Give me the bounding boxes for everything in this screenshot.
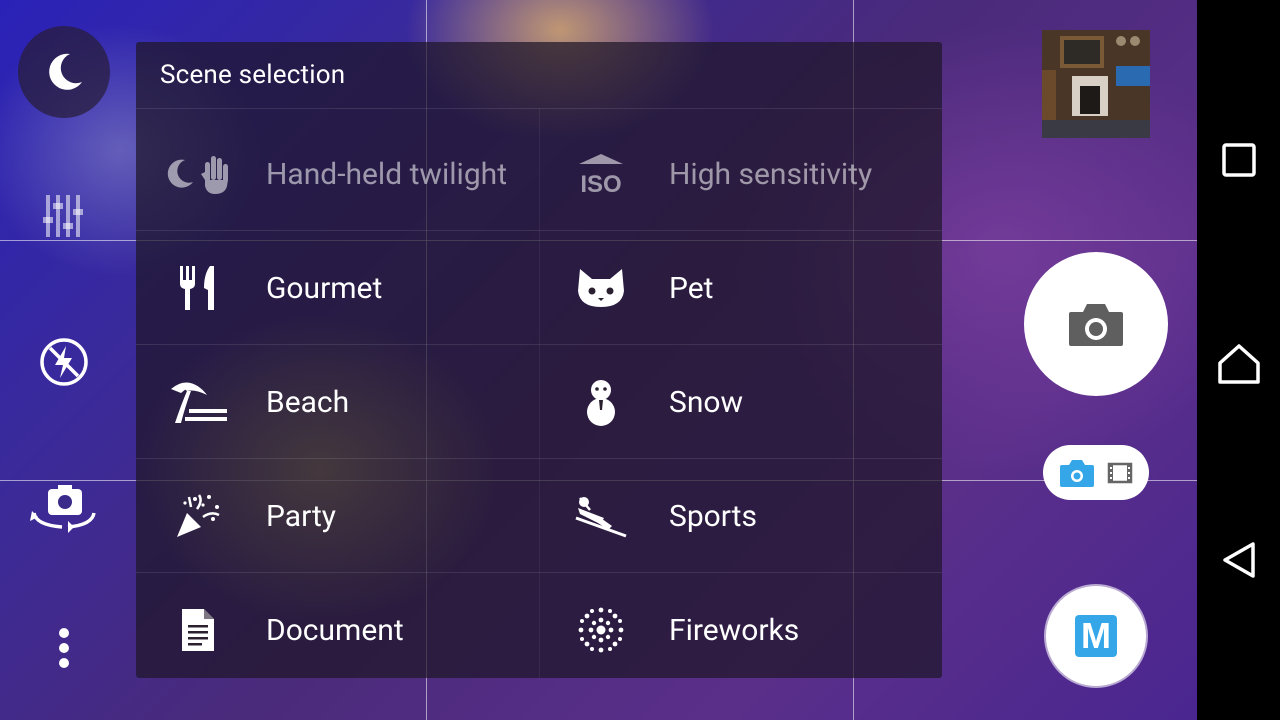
shutter-button[interactable] xyxy=(1024,252,1168,396)
settings-button[interactable] xyxy=(40,190,88,242)
switch-camera-icon xyxy=(30,485,96,533)
last-photo-thumbnail[interactable] xyxy=(1042,30,1150,138)
scene-label: Document xyxy=(266,612,404,648)
iso-icon: ISO xyxy=(569,146,633,202)
photo-video-toggle[interactable] xyxy=(1043,445,1149,500)
fireworks-icon xyxy=(569,602,633,658)
skier-icon xyxy=(569,488,633,544)
scene-label: Fireworks xyxy=(669,612,800,648)
document-icon xyxy=(166,602,230,658)
mode-badge: M xyxy=(1075,615,1117,657)
scene-selection-panel: Scene selection Hand-held twilight ISO H… xyxy=(136,42,942,678)
panel-title: Scene selection xyxy=(160,60,346,90)
scene-document[interactable]: Document xyxy=(136,573,539,687)
manual-mode-button[interactable]: M xyxy=(1046,586,1146,686)
scene-hand-held-twilight[interactable]: Hand-held twilight xyxy=(136,117,539,231)
scene-label: Hand-held twilight xyxy=(266,156,508,192)
camera-icon[interactable] xyxy=(1059,458,1095,488)
scene-snow[interactable]: Snow xyxy=(539,345,942,459)
switch-camera-button[interactable] xyxy=(28,480,100,536)
scene-label: Gourmet xyxy=(266,270,383,306)
cat-face-icon xyxy=(569,260,633,316)
svg-text:ISO: ISO xyxy=(580,171,621,196)
moon-icon xyxy=(49,53,82,90)
fork-knife-icon xyxy=(166,260,230,316)
thumbnail-image xyxy=(1042,30,1150,138)
party-popper-icon xyxy=(166,488,230,544)
recents-button[interactable] xyxy=(1197,120,1280,200)
camera-icon xyxy=(1069,304,1123,346)
scene-label: Party xyxy=(266,498,336,534)
scene-sports[interactable]: Sports xyxy=(539,459,942,573)
scene-label: High sensitivity xyxy=(669,156,873,192)
scene-gourmet[interactable]: Gourmet xyxy=(136,231,539,345)
more-vert-icon xyxy=(59,628,69,668)
scene-label: Snow xyxy=(669,384,744,420)
scene-beach[interactable]: Beach xyxy=(136,345,539,459)
scene-party[interactable]: Party xyxy=(136,459,539,573)
back-button[interactable] xyxy=(1197,520,1280,600)
flash-off-icon xyxy=(40,338,88,386)
scene-pet[interactable]: Pet xyxy=(539,231,942,345)
snowman-icon xyxy=(569,374,633,430)
navigation-bar xyxy=(1197,0,1280,720)
scene-label: Beach xyxy=(266,384,350,420)
sliders-icon xyxy=(43,195,83,237)
video-icon[interactable] xyxy=(1106,461,1134,485)
scene-mode-button[interactable] xyxy=(18,26,110,118)
scene-fireworks[interactable]: Fireworks xyxy=(539,573,942,687)
scene-label: Pet xyxy=(669,270,714,306)
back-icon xyxy=(1222,542,1255,578)
flash-button[interactable] xyxy=(36,334,92,390)
recents-icon xyxy=(1221,143,1256,177)
scene-label: Sports xyxy=(669,498,757,534)
moon-hand-icon xyxy=(166,146,230,202)
home-button[interactable] xyxy=(1197,324,1280,404)
palm-tree-icon xyxy=(166,374,230,430)
home-icon xyxy=(1217,344,1260,384)
scene-high-sensitivity[interactable]: ISO High sensitivity xyxy=(539,117,942,231)
more-options-button[interactable] xyxy=(48,624,80,672)
